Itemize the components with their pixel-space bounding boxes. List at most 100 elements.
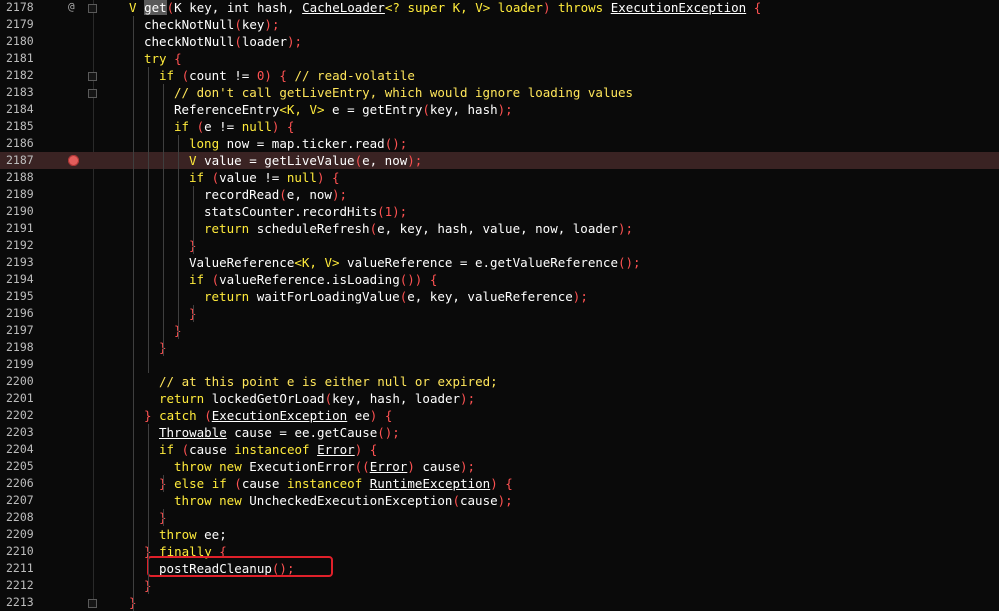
code-line[interactable]: 2202} catch (ExecutionException ee) { — [0, 407, 999, 424]
line-number[interactable]: 2191 — [6, 220, 50, 237]
fold-toggle-icon[interactable] — [88, 4, 97, 13]
code-line[interactable]: 2209 throw ee; — [0, 526, 999, 543]
fold-toggle-icon[interactable] — [88, 89, 97, 98]
code-line[interactable]: 2190 statsCounter.recordHits(1); — [0, 203, 999, 220]
code-line[interactable]: 2213} — [0, 594, 999, 611]
annotation-icon[interactable]: @ — [68, 0, 75, 13]
code-token: ( — [369, 221, 378, 236]
code-token: if — [159, 68, 182, 83]
code-line[interactable]: 2182 if (count != 0) { // read-volatile — [0, 67, 999, 84]
code-token: ); — [460, 459, 476, 474]
line-number[interactable]: 2208 — [6, 509, 50, 526]
code-line[interactable]: 2179 checkNotNull(key); — [0, 16, 999, 33]
line-number[interactable]: 2201 — [6, 390, 50, 407]
line-number[interactable]: 2210 — [6, 543, 50, 560]
line-number[interactable]: 2199 — [6, 356, 50, 373]
code-line[interactable]: 2195 return waitForLoadingValue(e, key, v… — [0, 288, 999, 305]
line-number[interactable]: 2205 — [6, 458, 50, 475]
code-line[interactable]: 2208} — [0, 509, 999, 526]
code-line[interactable]: 2189 recordRead(e, now); — [0, 186, 999, 203]
line-number[interactable]: 2182 — [6, 67, 50, 84]
code-line[interactable]: 2204 if (cause instanceof Error) { — [0, 441, 999, 458]
line-number[interactable]: 2209 — [6, 526, 50, 543]
code-line[interactable]: 2185 if (e != null) { — [0, 118, 999, 135]
indent-guide — [133, 16, 134, 611]
code-line[interactable]: 2194 if (valueReference.isLoading()) { — [0, 271, 999, 288]
code-token: return — [204, 221, 257, 236]
code-line[interactable]: 2180 checkNotNull(loader); — [0, 33, 999, 50]
line-number[interactable]: 2188 — [6, 169, 50, 186]
code-token: try — [144, 51, 175, 66]
code-token: null — [241, 119, 272, 134]
code-line[interactable]: 2207 throw new UncheckedExecutionExceptio… — [0, 492, 999, 509]
code-token: ) { — [369, 408, 393, 423]
code-line[interactable]: 2183 // don't call getLiveEntry, which wo… — [0, 84, 999, 101]
code-line[interactable]: 2178 V get(K key, int hash, CacheLoader<?… — [0, 0, 999, 16]
line-number[interactable]: 2187 — [6, 152, 50, 169]
code-token: ); — [331, 187, 348, 202]
code-token: ( — [181, 442, 190, 457]
code-line[interactable]: 2191 return scheduleRefresh(e, key, hash,… — [0, 220, 999, 237]
line-number[interactable]: 2200 — [6, 373, 50, 390]
line-number[interactable]: 2183 — [6, 84, 50, 101]
code-token: <K, V> — [294, 255, 340, 270]
code-line[interactable]: 2206} else if (cause instanceof RuntimeE… — [0, 475, 999, 492]
code-line[interactable]: 2203 Throwable cause = ee.getCause(); — [0, 424, 999, 441]
code-token: cause — [241, 476, 287, 491]
code-line[interactable]: 2184 ReferenceEntry<K, V> e = getEntry(ke… — [0, 101, 999, 118]
code-line[interactable]: 2192} — [0, 237, 999, 254]
code-line[interactable]: 2201 return lockedGetOrLoad(key, hash, lo… — [0, 390, 999, 407]
code-line[interactable]: 2200 // at this point e is either null or… — [0, 373, 999, 390]
code-line[interactable]: 2181 try { — [0, 50, 999, 67]
code-line[interactable]: 2188 if (value != null) { — [0, 169, 999, 186]
line-number[interactable]: 2195 — [6, 288, 50, 305]
line-number[interactable]: 2207 — [6, 492, 50, 509]
line-number[interactable]: 2203 — [6, 424, 50, 441]
code-token: K key, int hash, — [174, 0, 303, 15]
line-number[interactable]: 2213 — [6, 594, 50, 611]
line-number[interactable]: 2206 — [6, 475, 50, 492]
line-number[interactable]: 2184 — [6, 101, 50, 118]
code-line[interactable]: 2196} — [0, 305, 999, 322]
code-token: recordRead — [204, 187, 280, 202]
breakpoint-icon[interactable] — [68, 155, 79, 166]
code-token: value != — [219, 170, 287, 185]
code-token: ( — [196, 119, 205, 134]
line-number[interactable]: 2193 — [6, 254, 50, 271]
code-line[interactable]: 2205 throw new ExecutionError((Error) cau… — [0, 458, 999, 475]
line-number[interactable]: 2197 — [6, 322, 50, 339]
code-line[interactable]: 2199 — [0, 356, 999, 373]
line-number[interactable]: 2202 — [6, 407, 50, 424]
code-token: ee — [347, 408, 370, 423]
line-number[interactable]: 2212 — [6, 577, 50, 594]
line-number[interactable]: 2204 — [6, 441, 50, 458]
code-token: ) { — [354, 442, 378, 457]
line-number[interactable]: 2196 — [6, 305, 50, 322]
code-editor[interactable]: 2178 V get(K key, int hash, CacheLoader<?… — [0, 0, 999, 611]
line-number[interactable]: 2185 — [6, 118, 50, 135]
line-code: checkNotNull(key); — [144, 16, 279, 33]
code-line[interactable]: 2212} — [0, 577, 999, 594]
code-line[interactable]: 2198} — [0, 339, 999, 356]
line-number[interactable]: 2190 — [6, 203, 50, 220]
code-token: ); — [617, 221, 633, 236]
line-number[interactable]: 2198 — [6, 339, 50, 356]
line-number[interactable]: 2211 — [6, 560, 50, 577]
code-token: catch — [159, 408, 205, 423]
code-token: if — [189, 170, 212, 185]
line-number[interactable]: 2189 — [6, 186, 50, 203]
code-line[interactable]: 2197} — [0, 322, 999, 339]
line-number[interactable]: 2179 — [6, 16, 50, 33]
indent-guide — [148, 424, 149, 577]
line-number[interactable]: 2178 — [6, 0, 50, 16]
fold-toggle-icon[interactable] — [88, 599, 97, 608]
code-line[interactable]: 2186 long now = map.ticker.read(); — [0, 135, 999, 152]
line-number[interactable]: 2181 — [6, 50, 50, 67]
code-line[interactable]: 2187 V value = getLiveValue(e, now); — [0, 152, 999, 169]
line-number[interactable]: 2186 — [6, 135, 50, 152]
code-line[interactable]: 2193 ValueReference<K, V> valueReference … — [0, 254, 999, 271]
line-number[interactable]: 2192 — [6, 237, 50, 254]
fold-toggle-icon[interactable] — [88, 72, 97, 81]
line-number[interactable]: 2180 — [6, 33, 50, 50]
line-number[interactable]: 2194 — [6, 271, 50, 288]
